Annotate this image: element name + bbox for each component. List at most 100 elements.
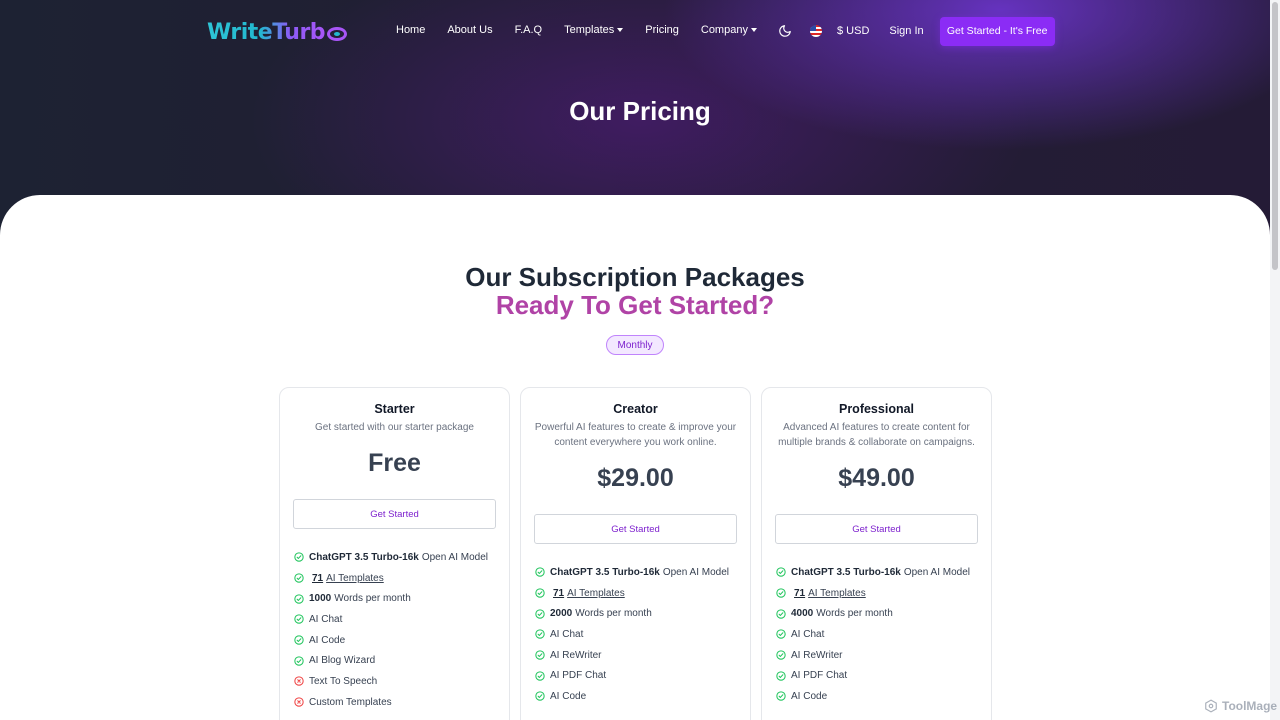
nav-templates[interactable]: Templates (564, 24, 624, 36)
feature-text: Open AI Model (421, 551, 488, 563)
feature-item: AI Chat (776, 624, 981, 645)
feature-text[interactable]: AI Templates (567, 588, 625, 599)
nav-company[interactable]: Company (701, 24, 757, 36)
feature-item: AI ReWriter (776, 645, 981, 666)
feature-item: 71 AI Templates (776, 583, 981, 604)
nav-links: Home About Us F.A.Q Templates Pricing Co… (396, 24, 779, 36)
nav-pricing[interactable]: Pricing (645, 24, 679, 36)
feature-item: ChatGPT 3.5 Turbo-16k Open AI Model (776, 562, 981, 583)
nav-about-us[interactable]: About Us (447, 24, 492, 36)
feature-highlight: 2000 (550, 608, 573, 620)
feature-highlight: ChatGPT 3.5 Turbo-16k (791, 566, 901, 578)
feature-text: AI ReWriter (550, 649, 602, 661)
feature-item: 2000 Words per month (535, 603, 740, 624)
get-started-button[interactable]: Get Started (775, 514, 978, 544)
check-circle-icon (294, 552, 304, 563)
feature-item: AI PDF Chat (535, 665, 740, 686)
feature-text: AI PDF Chat (550, 670, 607, 682)
chevron-down-icon (750, 28, 757, 32)
nav-faq[interactable]: F.A.Q (515, 24, 543, 36)
check-circle-icon (294, 656, 304, 666)
billing-period-toggle[interactable]: Monthly (606, 335, 664, 355)
feature-item: AI PDF Chat (776, 665, 981, 686)
moon-icon[interactable] (778, 24, 792, 38)
get-started-button[interactable]: Get Started (534, 514, 737, 544)
get-started-free-button[interactable]: Get Started - It's Free (939, 16, 1055, 46)
feature-list: ChatGPT 3.5 Turbo-16k Open AI Model 71 AI T… (776, 562, 981, 707)
feature-text: AI Code (309, 634, 346, 646)
feature-item: ChatGPT 3.5 Turbo-16k Open AI Model (535, 562, 740, 583)
feature-highlight: ChatGPT 3.5 Turbo-16k (550, 566, 660, 578)
check-circle-icon (294, 573, 304, 583)
check-circle-icon (294, 614, 304, 625)
feature-text: AI Code (550, 690, 587, 702)
plan-price: Free (368, 449, 421, 477)
feature-item: AI Blog Wizard (294, 650, 499, 671)
check-circle-icon (776, 671, 786, 681)
feature-item: 4000 Words per month (776, 603, 981, 624)
scrollbar-thumb[interactable] (1272, 2, 1278, 270)
feature-text: Text To Speech (309, 675, 378, 687)
feature-list: ChatGPT 3.5 Turbo-16k Open AI Model 71 AI T… (294, 547, 499, 713)
feature-item: AI Chat (294, 609, 499, 630)
feature-item: Text To Speech (294, 671, 499, 692)
plan-description: Advanced AI features to create content f… (778, 422, 975, 448)
plan-card-starter: Starter Get started with our starter pac… (279, 387, 510, 720)
feature-text[interactable]: AI Templates (808, 588, 866, 599)
feature-highlight: 71 (553, 587, 565, 599)
check-circle-icon (776, 691, 786, 702)
feature-text: Words per month (575, 608, 652, 620)
feature-item: 71 AI Templates (294, 568, 499, 589)
check-circle-icon (535, 650, 545, 660)
feature-text: AI ReWriter (791, 649, 843, 661)
watermark-text: ToolMage (1222, 699, 1278, 713)
check-circle-icon (535, 609, 545, 619)
scrollbar[interactable] (1270, 0, 1280, 720)
logo-text: WriteTurb (207, 19, 326, 45)
plan-card-professional: Professional Advanced AI features to cre… (761, 387, 992, 720)
check-circle-icon (294, 594, 304, 604)
feature-highlight: 4000 (791, 608, 814, 620)
feature-item: 71 AI Templates (535, 583, 740, 604)
feature-text: Open AI Model (903, 566, 970, 578)
feature-item: AI Code (294, 630, 499, 651)
plan-name: Professional (838, 402, 915, 416)
chevron-down-icon (617, 28, 624, 32)
plan-description: Powerful AI features to create & improve… (534, 422, 737, 448)
feature-item: ChatGPT 3.5 Turbo-16k Open AI Model (294, 547, 499, 568)
section-title: Our Subscription Packages (465, 262, 805, 292)
feature-text: Words per month (334, 593, 411, 605)
feature-text: AI PDF Chat (791, 670, 848, 682)
feature-text: AI Chat (550, 628, 584, 640)
check-circle-icon (776, 588, 786, 598)
feature-item: 1000 Words per month (294, 588, 499, 609)
feature-list: ChatGPT 3.5 Turbo-16k Open AI Model 71 AI T… (535, 562, 740, 707)
plan-card-creator: Creator Powerful AI features to create &… (520, 387, 751, 720)
watermark-logo-icon (1205, 699, 1217, 713)
currency-selector[interactable]: $ USD (837, 25, 869, 37)
get-started-button[interactable]: Get Started (293, 499, 496, 529)
feature-text: Custom Templates (309, 696, 392, 708)
feature-text: Words per month (816, 608, 893, 620)
plan-description: Get started with our starter package (315, 422, 474, 433)
feature-highlight: 71 (794, 587, 806, 599)
check-circle-icon (776, 609, 786, 619)
check-circle-icon (776, 567, 786, 578)
plan-name: Creator (613, 402, 658, 416)
feature-text[interactable]: AI Templates (326, 573, 384, 584)
check-circle-icon (535, 629, 545, 640)
us-flag-icon[interactable] (810, 25, 822, 37)
feature-item: AI Code (776, 686, 981, 707)
feature-item: Custom Templates (294, 692, 499, 713)
feature-text: AI Chat (309, 613, 343, 625)
logo[interactable]: WriteTurb (207, 18, 348, 46)
section-subtitle: Ready To Get Started? (495, 290, 775, 320)
check-circle-icon (535, 671, 545, 681)
plan-name: Starter (374, 402, 415, 416)
feature-text: AI Code (791, 690, 828, 702)
sign-in-link[interactable]: Sign In (889, 25, 923, 37)
nav-home[interactable]: Home (396, 24, 425, 36)
feature-text: AI Blog Wizard (309, 655, 376, 667)
check-circle-icon (294, 635, 304, 645)
feature-item: AI Code (535, 686, 740, 707)
